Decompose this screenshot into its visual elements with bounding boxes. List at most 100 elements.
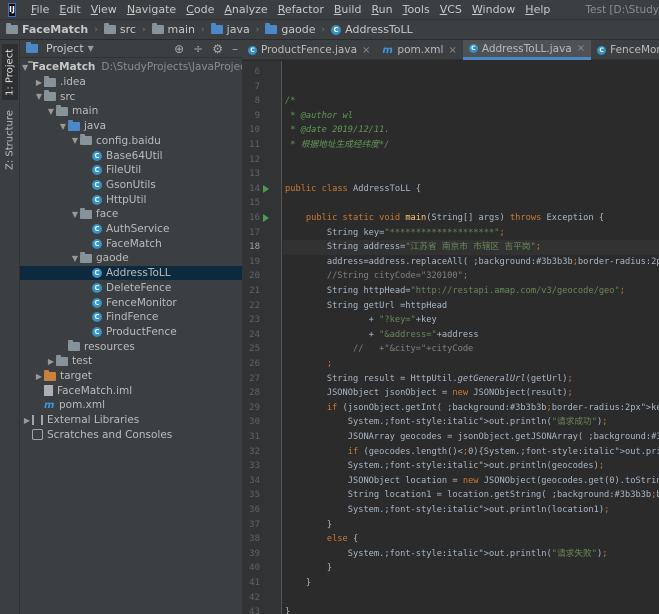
breadcrumb-item[interactable]: src <box>103 23 136 36</box>
tree-item[interactable]: ▼ src <box>20 89 242 104</box>
structure-tool-tab[interactable]: Z: Structure <box>2 108 18 172</box>
menu-analyze[interactable]: Analyze <box>219 3 272 16</box>
menu-window[interactable]: Window <box>467 3 520 16</box>
code-line[interactable]: System.;font-style:italic">out.println(g… <box>283 459 659 474</box>
code-line[interactable]: * @date 2019/12/11. <box>283 123 659 138</box>
tree-item[interactable]: ▶ target <box>20 369 242 384</box>
hide-icon[interactable]: – <box>232 42 238 56</box>
expanded-arrow-icon[interactable]: ▼ <box>70 210 80 219</box>
tree-item[interactable]: C GsonUtils <box>20 178 242 193</box>
tree-item[interactable]: resources <box>20 339 242 354</box>
code-line[interactable]: else { <box>283 532 659 547</box>
tree-item[interactable]: C FileUtil <box>20 163 242 178</box>
code-line[interactable]: * 根据地址生成经纬度*/ <box>283 138 659 153</box>
tree-item[interactable]: m pom.xml <box>20 398 242 413</box>
run-icon[interactable] <box>263 214 269 222</box>
tree-item[interactable]: ▶ test <box>20 354 242 369</box>
menu-run[interactable]: Run <box>366 3 397 16</box>
editor-tab[interactable]: C ProductFence.java × <box>242 40 376 60</box>
code-line[interactable]: String address="江苏省 南京市 市辖区 吉平岗"; <box>283 240 659 255</box>
collapsed-arrow-icon[interactable]: ▶ <box>46 357 56 366</box>
tree-item[interactable]: C HttpUtil <box>20 192 242 207</box>
gear-icon[interactable]: ⚙ <box>212 42 223 56</box>
breadcrumb-item[interactable]: gaode <box>265 23 316 36</box>
code-line[interactable]: if (geocodes.length()<;0){System.;font-s… <box>283 445 659 460</box>
tree-item[interactable]: Scratches and Consoles <box>20 428 242 443</box>
code-line[interactable] <box>283 591 659 606</box>
tree-item[interactable]: C ProductFence <box>20 325 242 340</box>
code-line[interactable] <box>283 196 659 211</box>
menu-refactor[interactable]: Refactor <box>273 3 329 16</box>
code-line[interactable]: String result = HttpUtil.getGeneralUrl(g… <box>283 372 659 387</box>
menu-vcs[interactable]: VCS <box>435 3 467 16</box>
code-line[interactable]: + "?key="+key <box>283 313 659 328</box>
collapsed-arrow-icon[interactable]: ▶ <box>34 78 44 87</box>
menu-file[interactable]: File <box>26 3 54 16</box>
project-tool-tab[interactable]: 1: Project <box>2 44 18 100</box>
tree-item[interactable]: C FindFence <box>20 310 242 325</box>
code-line[interactable]: System.;font-style:italic">out.println(l… <box>283 503 659 518</box>
code-line[interactable]: /* <box>283 94 659 109</box>
code-line[interactable]: JSONObject jsonObject = new JSONObject(r… <box>283 386 659 401</box>
editor-tab[interactable]: m pom.xml × <box>376 40 462 60</box>
tree-item[interactable]: FaceMatch.iml <box>20 383 242 398</box>
expanded-arrow-icon[interactable]: ▼ <box>34 92 44 101</box>
tree-item[interactable]: ▶ External Libraries <box>20 413 242 428</box>
run-icon[interactable] <box>263 184 269 193</box>
tree-item[interactable]: ▶ .idea <box>20 75 242 90</box>
breadcrumb-item[interactable]: FaceMatch <box>6 23 88 36</box>
code-line[interactable]: + "&address="+address <box>283 328 659 343</box>
menu-help[interactable]: Help <box>520 3 555 16</box>
tree-item[interactable]: ▼ gaode <box>20 251 242 266</box>
chevron-down-icon[interactable]: ▼ <box>88 44 94 53</box>
breadcrumb-item[interactable]: C AddressToLL <box>331 23 413 36</box>
code-line[interactable]: JSONObject location = new JSONObject(geo… <box>283 474 659 489</box>
code-line[interactable]: JSONArray geocodes = jsonObject.getJSONA… <box>283 430 659 445</box>
expanded-arrow-icon[interactable]: ▼ <box>22 63 28 72</box>
expanded-arrow-icon[interactable]: ▼ <box>70 254 80 263</box>
collapsed-arrow-icon[interactable]: ▶ <box>34 372 44 381</box>
close-icon[interactable]: × <box>577 43 585 54</box>
tree-item[interactable]: C FaceMatch <box>20 236 242 251</box>
menu-build[interactable]: Build <box>329 3 367 16</box>
code-line[interactable]: * @author wl <box>283 109 659 124</box>
expanded-arrow-icon[interactable]: ▼ <box>58 122 68 131</box>
tree-item[interactable]: C AuthService <box>20 222 242 237</box>
close-icon[interactable]: × <box>448 45 456 56</box>
tree-item[interactable]: ▼ java <box>20 119 242 134</box>
collapsed-arrow-icon[interactable]: ▶ <box>22 416 32 425</box>
collapse-all-icon[interactable]: ÷ <box>193 42 203 56</box>
code-line[interactable]: public class AddressToLL { <box>283 182 659 197</box>
code-line[interactable]: String getUrl =httpHead <box>283 299 659 314</box>
project-view-selector[interactable]: Project <box>46 42 84 55</box>
code-line[interactable]: String httpHead="http://restapi.amap.com… <box>283 284 659 299</box>
code-line[interactable]: //String cityCode="320100"; <box>283 269 659 284</box>
menu-code[interactable]: Code <box>181 3 219 16</box>
code-line[interactable]: String key="********************"; <box>283 226 659 241</box>
tree-item[interactable]: C DeleteFence <box>20 281 242 296</box>
editor-tab[interactable]: CFenceMonitor.java× <box>591 40 659 60</box>
code-line[interactable]: public static void main(String[] args) t… <box>283 211 659 226</box>
code-line[interactable]: } <box>283 518 659 533</box>
expanded-arrow-icon[interactable]: ▼ <box>46 107 56 116</box>
code-line[interactable]: address=address.replaceAll( ;background:… <box>283 255 659 270</box>
menu-edit[interactable]: Edit <box>54 3 85 16</box>
code-line[interactable] <box>283 80 659 95</box>
code-line[interactable]: System.;font-style:italic">out.println("… <box>283 547 659 562</box>
breadcrumb-item[interactable]: java <box>210 23 250 36</box>
code-line[interactable] <box>283 167 659 182</box>
code-line[interactable]: if (jsonObject.getInt( ;background:#3b3b… <box>283 401 659 416</box>
code-line[interactable] <box>283 153 659 168</box>
tree-item[interactable]: ▼ face <box>20 207 242 222</box>
code-editor[interactable]: /* * @author wl * @date 2019/12/11. * 根据… <box>283 61 659 614</box>
tree-item[interactable]: C Base64Util <box>20 148 242 163</box>
breadcrumb-item[interactable]: main <box>151 23 195 36</box>
editor-tab[interactable]: C AddressToLL.java × <box>462 40 592 60</box>
code-line[interactable]: // +"&city="+cityCode <box>283 342 659 357</box>
close-icon[interactable]: × <box>362 45 370 56</box>
tree-item[interactable]: ▼ main <box>20 104 242 119</box>
menu-navigate[interactable]: Navigate <box>122 3 181 16</box>
expanded-arrow-icon[interactable]: ▼ <box>70 136 80 145</box>
code-line[interactable]: String location1 = location.getString( ;… <box>283 488 659 503</box>
locate-icon[interactable]: ⊕ <box>174 42 184 56</box>
